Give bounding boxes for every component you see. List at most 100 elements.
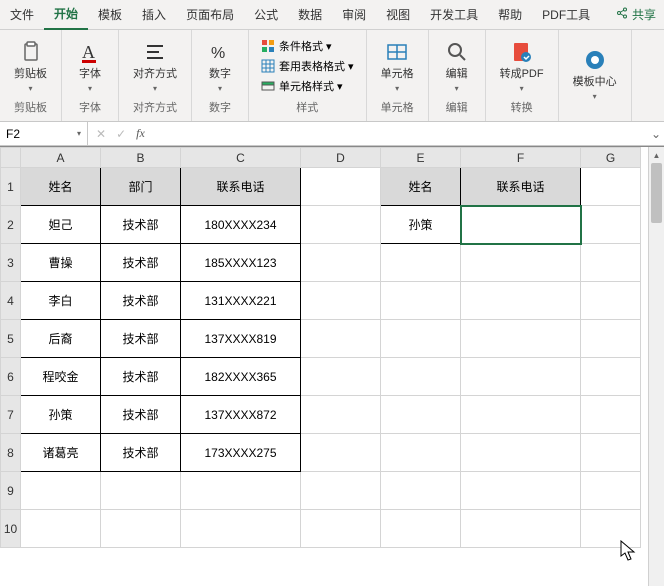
cell[interactable]: 技术部: [101, 358, 181, 396]
font-button[interactable]: A 字体 ▾: [70, 34, 110, 96]
cell[interactable]: 180XXXX234: [181, 206, 301, 244]
row-header[interactable]: 10: [1, 510, 21, 548]
cell[interactable]: 技术部: [101, 396, 181, 434]
cell[interactable]: 技术部: [101, 434, 181, 472]
cell[interactable]: 妲己: [21, 206, 101, 244]
cell[interactable]: [461, 358, 581, 396]
col-header-G[interactable]: G: [581, 148, 641, 168]
convert-pdf-button[interactable]: 转成PDF ▾: [494, 34, 550, 96]
col-header-E[interactable]: E: [381, 148, 461, 168]
cell[interactable]: [581, 244, 641, 282]
scroll-thumb[interactable]: [651, 163, 662, 223]
tab-home[interactable]: 开始: [44, 0, 88, 30]
cell[interactable]: [381, 396, 461, 434]
cell[interactable]: 技术部: [101, 244, 181, 282]
cell[interactable]: 173XXXX275: [181, 434, 301, 472]
cell[interactable]: [381, 472, 461, 510]
cell[interactable]: [381, 358, 461, 396]
tab-file[interactable]: 文件: [0, 0, 44, 29]
cell[interactable]: 姓名: [381, 168, 461, 206]
cell-styles-button[interactable]: 单元格样式 ▾: [257, 76, 358, 96]
tab-data[interactable]: 数据: [288, 0, 332, 29]
cell[interactable]: 李白: [21, 282, 101, 320]
cancel-icon[interactable]: ✕: [96, 127, 106, 141]
cell[interactable]: [301, 396, 381, 434]
tab-help[interactable]: 帮助: [488, 0, 532, 29]
cell[interactable]: 程咬金: [21, 358, 101, 396]
tab-insert[interactable]: 插入: [132, 0, 176, 29]
cell[interactable]: [181, 472, 301, 510]
tab-review[interactable]: 审阅: [332, 0, 376, 29]
row-header[interactable]: 5: [1, 320, 21, 358]
cell[interactable]: [461, 510, 581, 548]
vertical-scrollbar[interactable]: ▲: [648, 147, 664, 586]
cell[interactable]: 诸葛亮: [21, 434, 101, 472]
row-header[interactable]: 6: [1, 358, 21, 396]
cell[interactable]: 182XXXX365: [181, 358, 301, 396]
number-button[interactable]: % 数字 ▾: [200, 34, 240, 96]
cell[interactable]: [301, 168, 381, 206]
cell[interactable]: 185XXXX123: [181, 244, 301, 282]
cell[interactable]: [461, 282, 581, 320]
scroll-up-icon[interactable]: ▲: [649, 147, 664, 163]
row-header[interactable]: 1: [1, 168, 21, 206]
row-header[interactable]: 4: [1, 282, 21, 320]
cell[interactable]: 联系电话: [461, 168, 581, 206]
col-header-B[interactable]: B: [101, 148, 181, 168]
cell[interactable]: [301, 510, 381, 548]
cell[interactable]: 技术部: [101, 282, 181, 320]
confirm-icon[interactable]: ✓: [116, 127, 126, 141]
cell[interactable]: [101, 472, 181, 510]
cell[interactable]: [21, 472, 101, 510]
cell[interactable]: [461, 472, 581, 510]
cell[interactable]: 部门: [101, 168, 181, 206]
cell[interactable]: 联系电话: [181, 168, 301, 206]
cell[interactable]: [181, 510, 301, 548]
cell[interactable]: [381, 510, 461, 548]
cell[interactable]: [381, 434, 461, 472]
cell[interactable]: [581, 282, 641, 320]
cell[interactable]: [461, 434, 581, 472]
cell[interactable]: 技术部: [101, 206, 181, 244]
row-header[interactable]: 8: [1, 434, 21, 472]
editing-button[interactable]: 编辑 ▾: [437, 34, 477, 96]
cell[interactable]: 曹操: [21, 244, 101, 282]
clipboard-button[interactable]: 剪贴板 ▾: [8, 34, 53, 96]
row-header[interactable]: 9: [1, 472, 21, 510]
cell[interactable]: 131XXXX221: [181, 282, 301, 320]
cell[interactable]: 后裔: [21, 320, 101, 358]
tab-view[interactable]: 视图: [376, 0, 420, 29]
cell[interactable]: 137XXXX872: [181, 396, 301, 434]
tab-template[interactable]: 模板: [88, 0, 132, 29]
cell[interactable]: [581, 320, 641, 358]
cell[interactable]: [461, 320, 581, 358]
template-center-button[interactable]: 模板中心 ▾: [567, 42, 623, 104]
cell[interactable]: [301, 244, 381, 282]
cell[interactable]: [581, 510, 641, 548]
cell[interactable]: [581, 396, 641, 434]
cell[interactable]: 137XXXX819: [181, 320, 301, 358]
fx-icon[interactable]: fx: [136, 126, 145, 141]
conditional-format-button[interactable]: 条件格式 ▾: [257, 36, 358, 56]
cell[interactable]: 技术部: [101, 320, 181, 358]
formula-expand-icon[interactable]: ⌄: [648, 127, 664, 141]
tab-formula[interactable]: 公式: [244, 0, 288, 29]
cell[interactable]: [301, 206, 381, 244]
cell-selected[interactable]: [461, 206, 581, 244]
name-box[interactable]: F2 ▾: [0, 122, 88, 145]
cell[interactable]: 姓名: [21, 168, 101, 206]
cell[interactable]: 孙策: [381, 206, 461, 244]
cell[interactable]: [381, 282, 461, 320]
cell[interactable]: 孙策: [21, 396, 101, 434]
cell[interactable]: [461, 396, 581, 434]
row-header[interactable]: 7: [1, 396, 21, 434]
share-button[interactable]: 共享: [608, 2, 664, 27]
cell[interactable]: [581, 206, 641, 244]
cell[interactable]: [301, 282, 381, 320]
formula-input[interactable]: [153, 122, 648, 145]
cells-button[interactable]: 单元格 ▾: [375, 34, 420, 96]
cell[interactable]: [381, 244, 461, 282]
row-header[interactable]: 3: [1, 244, 21, 282]
tab-pdf[interactable]: PDF工具: [532, 0, 600, 29]
cell[interactable]: [581, 168, 641, 206]
